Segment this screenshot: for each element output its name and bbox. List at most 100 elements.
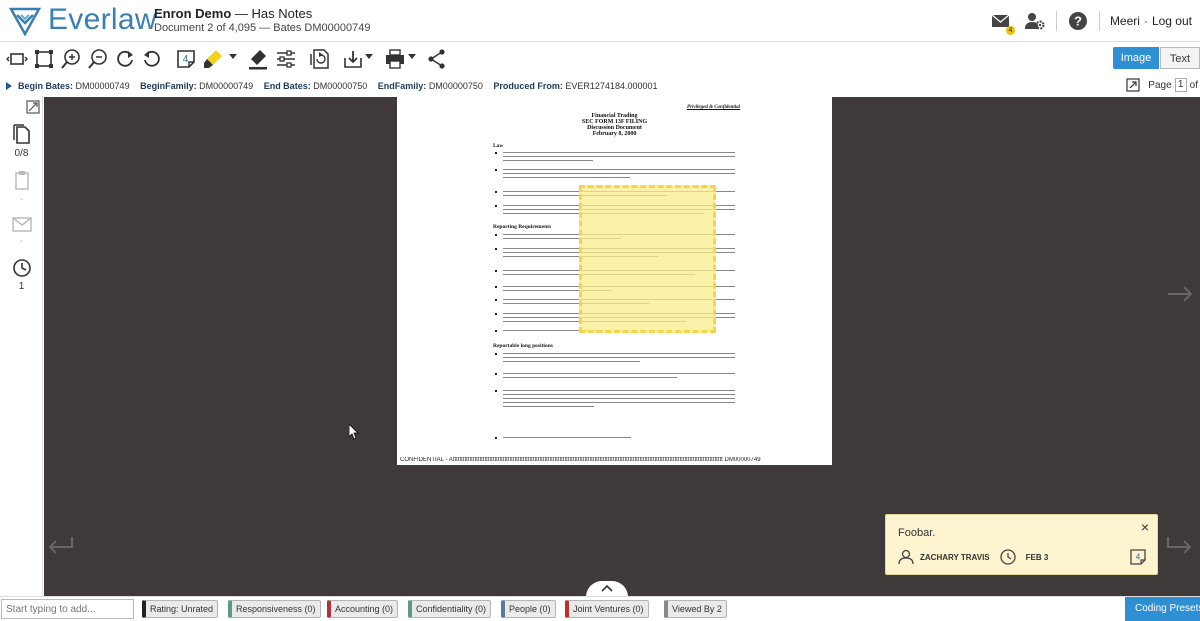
document-viewer[interactable]: Privileged & Confidential Financial Trad… [44,97,1200,597]
end-family-label: EndFamily: [377,81,427,91]
bullet-dot [495,299,497,301]
section-reporting: Reporting Requirements [493,224,552,230]
history-clock-icon[interactable] [12,258,32,278]
help-icon[interactable]: ? [1067,10,1089,32]
document-page[interactable]: Privileged & Confidential Financial Trad… [397,97,832,465]
user-icon [898,549,914,565]
document-position: Document 2 of 4,095 — Bates DM00000749 [154,22,371,34]
app-header: Everlaw Enron Demo — Has Notes Document … [0,0,1200,42]
text-line [503,390,735,392]
copy-doc-icon[interactable] [308,48,330,70]
print-dropdown-caret[interactable] [408,54,416,59]
tag-viewed-by[interactable]: Viewed By 2 [664,600,727,618]
end-family-value: DM00000750 [428,81,483,91]
download-icon[interactable] [342,48,364,70]
rotate-ccw-icon[interactable] [141,48,163,70]
highlighter-icon[interactable] [203,48,225,70]
bullet-dot [495,373,497,375]
text-line [503,357,735,359]
bullet-dot [495,270,497,272]
tag-search-input[interactable] [1,599,134,619]
header-actions: 4 ? Meeri · Log out [978,10,1192,35]
everlaw-logo-icon[interactable] [8,6,42,36]
coding-presets-button[interactable]: Coding Presets [1125,597,1200,621]
email-icon[interactable] [12,214,32,234]
highlighter-dropdown-caret[interactable] [229,54,237,59]
text-line [503,169,735,171]
crop-icon[interactable] [33,48,55,70]
text-line [503,173,735,175]
tag-joint-ventures[interactable]: Joint Ventures (0) [565,600,649,618]
highlight-annotation[interactable] [579,185,716,333]
page-of-label: of [1189,79,1198,91]
expand-icon[interactable] [26,100,40,114]
svg-text:?: ? [1074,14,1082,29]
text-line [503,398,735,400]
tag-confidentiality[interactable]: Confidentiality (0) [408,600,492,618]
coding-tag-bar: Rating: Unrated Responsiveness (0) Accou… [0,596,1200,621]
produced-from-label: Produced From: [493,81,563,91]
text-line [503,160,593,162]
email-count: - [19,236,24,247]
project-name: Enron Demo [154,6,232,21]
bullet-dot [495,234,497,236]
bullet-dot [495,205,497,207]
note-popup[interactable]: Foobar. × ZACHARY TRAVIS FEB 3 4 [885,514,1158,575]
download-dropdown-caret[interactable] [365,54,373,59]
note-text: Foobar. [898,527,936,539]
text-line [503,402,735,404]
note-count-icon[interactable]: 4 [1129,548,1147,566]
tag-responsiveness[interactable]: Responsiveness (0) [228,600,321,618]
settings-sliders-icon[interactable] [275,48,297,70]
image-view-button[interactable]: Image [1113,47,1159,69]
page-number-input[interactable]: 1 [1174,78,1187,92]
header-divider [1055,11,1057,31]
clipboard-icon[interactable] [12,170,32,190]
share-icon[interactable] [426,48,448,70]
pages-icon[interactable] [12,124,32,144]
zoom-in-icon[interactable] [60,48,82,70]
user-separator: · [1143,14,1148,28]
bullet-dot [495,330,497,332]
begin-family-value: DM00000749 [199,81,254,91]
note-close-button[interactable]: × [1141,519,1149,535]
clipboard-count: - [19,194,24,205]
rotate-cw-icon[interactable] [114,48,136,70]
note-date: FEB 3 [1025,552,1049,562]
user-name[interactable]: Meeri [1110,14,1140,28]
zoom-out-icon[interactable] [87,48,109,70]
brand-name[interactable]: Everlaw [48,3,157,37]
admin-gear-icon[interactable] [1024,10,1046,32]
begin-bates-value: DM00000749 [75,81,130,91]
note-icon[interactable]: 4 [175,48,197,70]
next-document-arrow-icon[interactable] [1166,285,1194,303]
collapse-panel-tab[interactable] [586,581,628,597]
logout-link[interactable]: Log out [1152,14,1192,28]
text-view-button[interactable]: Text [1160,47,1200,69]
print-icon[interactable] [384,48,406,70]
clock-icon [999,549,1016,565]
tag-rating[interactable]: Rating: Unrated [142,600,219,618]
pages-count: 0/8 [14,148,29,159]
mail-icon[interactable]: 4 [990,10,1015,35]
undo-arrow-icon[interactable] [46,533,74,557]
confidential-footer: CONFIDENTIAL - Atttttttttttttttttttttttt… [400,457,761,463]
tag-accounting[interactable]: Accounting (0) [327,600,399,618]
text-line [503,373,735,375]
metadata-expand-caret[interactable] [6,82,12,90]
redo-arrow-icon[interactable] [1166,533,1194,557]
text-line [503,394,735,396]
bullet-dot [495,353,497,355]
header-divider-2 [1098,11,1100,31]
viewer-toolbar: 4 [0,43,1200,76]
bullet-dot [495,286,497,288]
project-title: Enron Demo — Has Notes [154,6,312,21]
doc-title-4: February 8, 2000 [592,131,637,137]
begin-bates-label: Begin Bates: [18,81,74,91]
bullet-dot [495,191,497,193]
view-fit-icon[interactable] [6,48,28,70]
tag-people[interactable]: People (0) [501,600,556,618]
expand-window-icon[interactable] [1126,78,1140,92]
redact-icon[interactable] [247,48,269,70]
text-line [503,437,631,439]
